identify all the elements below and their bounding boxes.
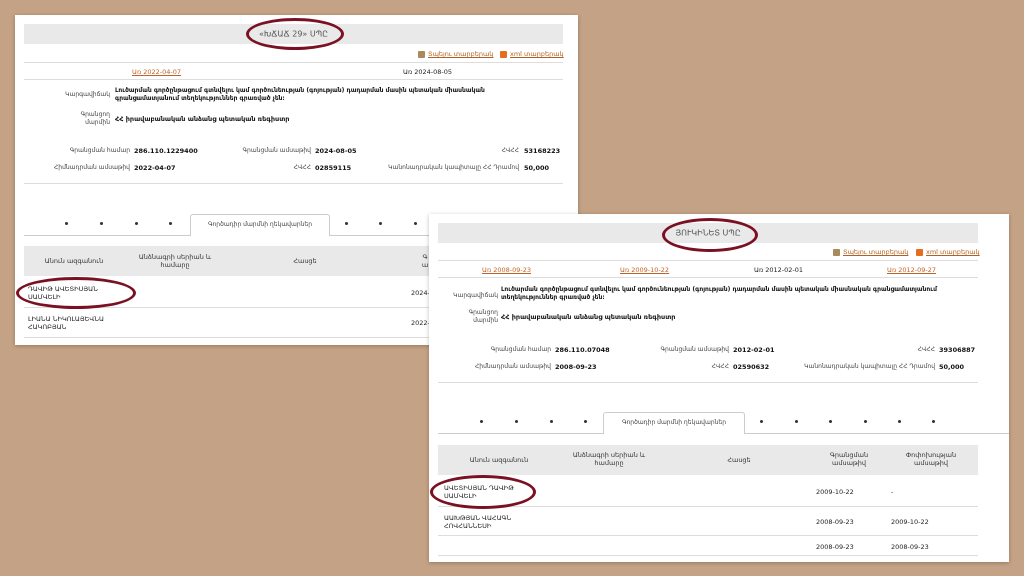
tin-label: ՀՎՀՀ xyxy=(501,147,519,154)
xml-file-icon xyxy=(916,248,923,256)
reg-number-label: Գրանցման համար xyxy=(490,346,551,353)
tab-dot[interactable] xyxy=(795,420,798,423)
xml-version-link[interactable]: xml տարբերակ xyxy=(500,50,564,58)
registrar-label-2: մարմին xyxy=(85,119,110,126)
reg-number-value: 286.110.07048 xyxy=(555,346,610,354)
current-date-label: Առ 2024-08-05 xyxy=(403,68,453,76)
tab-dot[interactable] xyxy=(898,420,901,423)
tab-dot[interactable] xyxy=(864,420,867,423)
reg-date-label: Գրանցման ամսաթիվ xyxy=(660,346,729,353)
highlight-ring xyxy=(246,18,344,50)
status-text: Լուծարման գործընթացում գտնվելու կամ գործ… xyxy=(501,286,937,301)
reg-date-label: Գրանցման ամսաթիվ xyxy=(242,147,311,154)
founding-date-value: 2022-04-07 xyxy=(134,164,176,172)
reg-number-value: 286.110.1229400 xyxy=(134,147,198,155)
table-row-2-date: 2008-09-23 xyxy=(816,518,854,526)
registrar-label-1: Գրանցող xyxy=(468,309,498,316)
tab-dot[interactable] xyxy=(932,420,935,423)
founding-date-value: 2008-09-23 xyxy=(555,363,597,371)
founding-date-label: Հիմնադրման ամսաթիվ xyxy=(53,164,130,171)
table-row-3-change: 2008-09-23 xyxy=(891,543,929,551)
status-label: Կարգավիճակ xyxy=(453,292,498,299)
history-date-link[interactable]: Առ 2008-09-23 xyxy=(482,266,531,274)
registrar-label-1: Գրանցող xyxy=(80,111,110,118)
xml-version-link[interactable]: xml տարբերակ xyxy=(916,248,980,256)
table-row-2-change: 2009-10-22 xyxy=(891,518,929,526)
tab-dot[interactable] xyxy=(550,420,553,423)
tab-dot[interactable] xyxy=(829,420,832,423)
table-row-2-name-1: ԼԻԱՆԱ ՆԻԿՈԼԱՅԵՎՆԱ xyxy=(28,315,105,323)
tab-executives[interactable]: Գործադիր մարմնի ղեկավարներ xyxy=(603,412,745,434)
highlight-ring xyxy=(662,218,758,252)
col-address: Հասցե xyxy=(293,257,317,265)
table-row-2-name-2: ՀՈՎՀԱՆՆԵՍԻ xyxy=(444,522,492,530)
hvhh-label: ՀՎՀՀ xyxy=(293,164,311,171)
history-date-link[interactable]: Առ 2009-10-22 xyxy=(620,266,669,274)
col-reg-date-1: Գրանցման xyxy=(829,451,869,459)
tab-dot[interactable] xyxy=(480,420,483,423)
table-row-2-date: 2022- xyxy=(411,319,430,327)
table-row-1-change: - xyxy=(891,488,894,496)
history-date-link[interactable]: Առ 2022-04-07 xyxy=(132,68,181,76)
status-text: Լուծարման գործընթացում գտնվելու կամ գործ… xyxy=(115,87,485,102)
reg-number-label: Գրանցման համար xyxy=(69,147,130,154)
tab-executives[interactable]: Գործադիր մարմնի ղեկավարներ xyxy=(190,214,330,236)
capital-value: 50,000 xyxy=(524,164,550,172)
col-passport-2: համարը xyxy=(594,459,624,467)
col-passport-2: համարը xyxy=(160,261,190,269)
tab-dot[interactable] xyxy=(169,222,172,225)
col-passport-1: Անձնագրի սերիան և xyxy=(572,451,646,459)
col-passport-1: Անձնագրի սերիան և xyxy=(138,253,212,261)
registrar-label-2: մարմին xyxy=(473,317,498,324)
registrar-value: ՀՀ իրավաբանական անձանց պետական ռեգիստր xyxy=(115,115,290,123)
status-label: Կարգավիճակ xyxy=(65,91,110,98)
printer-icon xyxy=(833,248,840,256)
table-row-2-name-2: ՀԱԿՈԲՅԱՆ xyxy=(28,323,67,331)
highlight-ring xyxy=(430,475,536,509)
tab-dot[interactable] xyxy=(345,222,348,225)
capital-value: 50,000 xyxy=(939,363,965,371)
tin-value: 39306887 xyxy=(939,346,976,354)
col-address: Հասցե xyxy=(727,456,751,464)
tab-dot[interactable] xyxy=(379,222,382,225)
hvhh-label: ՀՎՀՀ xyxy=(711,363,729,370)
col-name: Անուն ազգանուն xyxy=(44,257,104,265)
table-row-3-date: 2008-09-23 xyxy=(816,543,854,551)
col-reg-date-2: ամսաթիվ xyxy=(832,459,866,467)
hvhh-value: 02590632 xyxy=(733,363,770,371)
tab-dot[interactable] xyxy=(414,222,417,225)
table-row-1-date: 2009-10-22 xyxy=(816,488,854,496)
tab-dot[interactable] xyxy=(135,222,138,225)
hvhh-value: 02859115 xyxy=(315,164,352,172)
tab-dot[interactable] xyxy=(584,420,587,423)
tab-dot[interactable] xyxy=(100,222,103,225)
table-row-1-date: 2024- xyxy=(411,289,430,297)
registrar-value: ՀՀ իրավաբանական անձանց պետական ռեգիստր xyxy=(501,313,676,321)
table-row-2-name-1: ԱԱԽԹՅԱՆ ՎԱՀԱԳՆ xyxy=(444,514,512,522)
print-version-link[interactable]: Տպելու տարբերակ xyxy=(418,50,493,58)
col-name: Անուն ազգանուն xyxy=(469,456,529,464)
company-card-2: ՅՈՒԿԻՆԵՏ ՍՊԸ Տպելու տարբերակ xml տարբերա… xyxy=(429,214,1009,562)
reg-date-value: 2012-02-01 xyxy=(733,346,775,354)
highlight-ring xyxy=(16,277,136,309)
capital-label: Կանոնադրական կապիտալը ՀՀ Դրամով xyxy=(388,164,519,171)
print-version-link[interactable]: Տպելու տարբերակ xyxy=(833,248,908,256)
xml-file-icon xyxy=(500,50,507,58)
tab-dot[interactable] xyxy=(760,420,763,423)
tab-dot[interactable] xyxy=(515,420,518,423)
printer-icon xyxy=(418,50,425,58)
current-date-label: Առ 2012-02-01 xyxy=(754,266,804,274)
reg-date-value: 2024-08-05 xyxy=(315,147,357,155)
tin-label: ՀՎՀՀ xyxy=(917,346,935,353)
tab-dot[interactable] xyxy=(65,222,68,225)
history-date-link[interactable]: Առ 2012-09-27 xyxy=(887,266,936,274)
col-change-date-1: Փոփոխության xyxy=(905,451,957,459)
capital-label: Կանոնադրական կապիտալը ՀՀ Դրամով xyxy=(804,363,935,370)
col-change-date-2: ամսաթիվ xyxy=(914,459,948,467)
tin-value: 53168223 xyxy=(524,147,561,155)
founding-date-label: Հիմնադրման ամսաթիվ xyxy=(474,363,551,370)
